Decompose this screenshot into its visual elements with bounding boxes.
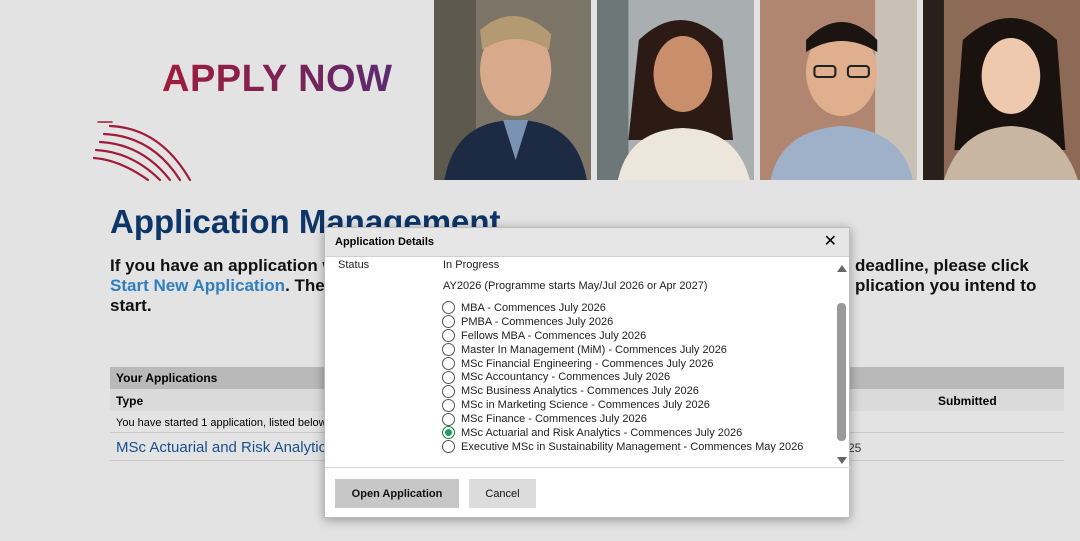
photo-man-suit	[434, 0, 591, 180]
photo-woman-white	[597, 0, 754, 180]
dialog-header: Application Details ✕	[325, 228, 849, 257]
radio-unselected[interactable]	[442, 398, 455, 412]
close-icon[interactable]: ✕	[824, 233, 837, 251]
program-options: MBA - Commences July 2026 PMBA - Commence…	[442, 301, 803, 454]
program-option-label: MSc Business Analytics - Commences July …	[461, 385, 699, 398]
program-option[interactable]: MSc Actuarial and Risk Analytics - Comme…	[442, 426, 803, 440]
program-option-label: MSc Financial Engineering - Commences Ju…	[461, 357, 714, 370]
academic-year-note: AY2026 (Programme starts May/Jul 2026 or…	[443, 280, 708, 292]
program-option[interactable]: MSc in Marketing Science - Commences Jul…	[442, 398, 803, 412]
open-application-button[interactable]: Open Application	[335, 479, 459, 508]
scroll-thumb[interactable]	[837, 303, 846, 441]
application-details-dialog: Application Details ✕ Status In Progress…	[324, 227, 851, 519]
radio-unselected[interactable]	[442, 329, 455, 343]
photo-woman-beige	[923, 0, 1080, 180]
intro-text-mid: . The	[285, 276, 325, 295]
program-option[interactable]: PMBA - Commences July 2026	[442, 315, 803, 329]
column-submitted: Submitted	[938, 394, 997, 408]
column-type: Type	[116, 394, 144, 408]
program-option-label: Master In Management (MiM) - Commences J…	[461, 343, 727, 356]
intro-text-end-2: plication you intend to	[855, 276, 1037, 295]
status-value: In Progress	[443, 259, 500, 271]
program-option[interactable]: MSc Finance - Commences July 2026	[442, 412, 803, 426]
program-option[interactable]: Executive MSc in Sustainability Manageme…	[442, 440, 803, 454]
scroll-down-icon[interactable]	[837, 457, 847, 464]
program-option-label: MSc Accountancy - Commences July 2026	[461, 371, 671, 384]
dialog-body: Status In Progress AY2026 (Programme sta…	[325, 258, 851, 466]
program-option-label: MSc Finance - Commences July 2026	[461, 413, 647, 426]
dialog-scrollbar[interactable]	[835, 258, 849, 466]
program-option[interactable]: MSc Accountancy - Commences July 2026	[442, 370, 803, 384]
intro-text-start: If you have an application w	[110, 256, 336, 275]
program-option[interactable]: MSc Financial Engineering - Commences Ju…	[442, 357, 803, 371]
program-option-label: PMBA - Commences July 2026	[461, 315, 614, 328]
radio-unselected[interactable]	[442, 343, 455, 357]
program-option-label: Fellows MBA - Commences July 2026	[461, 329, 647, 342]
program-option[interactable]: Master In Management (MiM) - Commences J…	[442, 343, 803, 357]
intro-text-end: deadline, please click	[855, 256, 1029, 275]
radio-selected[interactable]	[442, 426, 455, 440]
program-option-label: MSc Actuarial and Risk Analytics - Comme…	[461, 426, 743, 439]
start-new-application-link[interactable]: Start New Application	[110, 276, 285, 295]
program-option[interactable]: MSc Business Analytics - Commences July …	[442, 384, 803, 398]
radio-unselected[interactable]	[442, 412, 455, 426]
banner-photos	[434, 0, 1080, 180]
radio-unselected[interactable]	[442, 440, 455, 454]
application-type-link[interactable]: MSc Actuarial and Risk Analytics	[116, 439, 334, 456]
dialog-title: Application Details	[335, 236, 435, 248]
radio-unselected[interactable]	[442, 301, 455, 315]
radio-unselected[interactable]	[442, 384, 455, 398]
status-label: Status	[338, 259, 370, 271]
program-option-label: MBA - Commences July 2026	[461, 301, 606, 314]
photo-man-glasses	[760, 0, 917, 180]
radio-unselected[interactable]	[442, 315, 455, 329]
radio-unselected[interactable]	[442, 370, 455, 384]
program-option-label: MSc in Marketing Science - Commences Jul…	[461, 399, 710, 412]
apply-now-heading: APPLY NOW	[162, 58, 393, 100]
wave-logo-icon	[92, 121, 192, 182]
scroll-up-icon[interactable]	[837, 265, 847, 272]
program-option[interactable]: Fellows MBA - Commences July 2026	[442, 329, 803, 343]
radio-unselected[interactable]	[442, 357, 455, 370]
cancel-button[interactable]: Cancel	[469, 479, 536, 508]
program-option-label: Executive MSc in Sustainability Manageme…	[461, 440, 804, 453]
dialog-footer: Open Application Cancel	[325, 467, 851, 519]
program-option[interactable]: MBA - Commences July 2026	[442, 301, 803, 315]
